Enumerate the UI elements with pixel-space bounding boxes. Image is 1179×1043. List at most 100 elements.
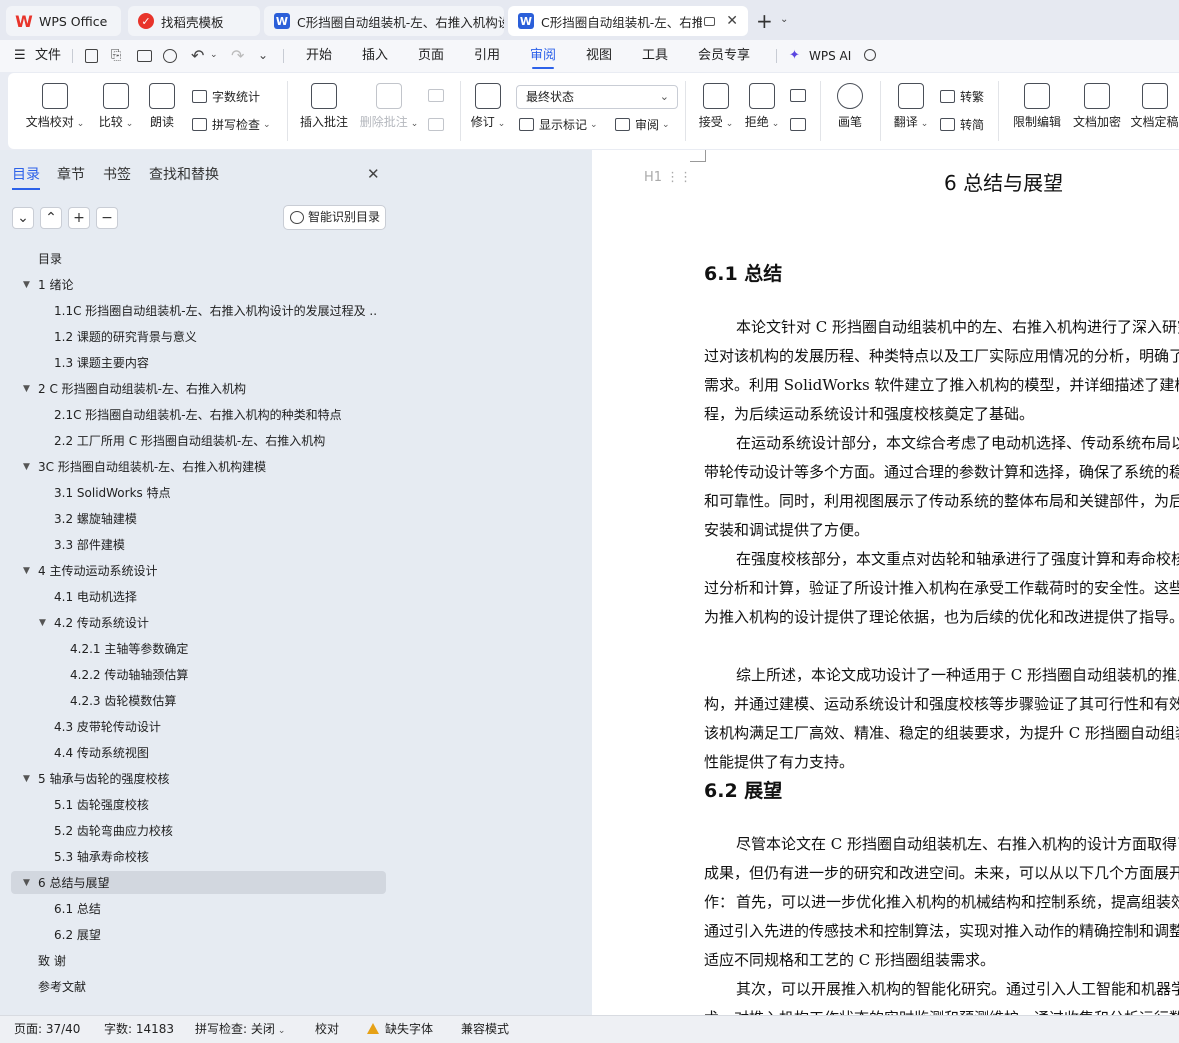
tab-chapters[interactable]: 章节 [57,164,85,184]
insert-comment-button[interactable]: 插入批注 [298,73,350,149]
menu-references[interactable]: 引用 [474,40,500,72]
expand-down-button[interactable]: ⌄ [12,207,34,229]
to-simplified-button[interactable]: 转简 [940,116,984,133]
toc-item[interactable]: 目录 [0,246,384,272]
reject-button[interactable]: 拒绝 ⌄ [742,73,782,149]
finalize-button[interactable]: 文档定稿 [1130,73,1179,149]
pen-button[interactable]: 画笔 [832,73,868,149]
toc-item[interactable]: 4.2.2 传动轴轴颈估算 [0,662,384,688]
expand-toggle-icon[interactable]: ▼ [39,610,46,636]
toc-item[interactable]: 1.2 课题的研究背景与意义 [0,324,384,350]
tab-bookmarks[interactable]: 书签 [103,164,131,184]
toc-item-selected[interactable]: ▼ 6 总结与展望 [0,870,384,896]
translate-button[interactable]: 翻译 ⌄ [891,73,931,149]
close-pane-icon[interactable]: ✕ [367,165,380,183]
toc-item[interactable]: 4.3 皮带轮传动设计 [0,714,384,740]
read-aloud-button[interactable]: 朗读 [146,73,178,149]
tab-wps-office[interactable]: W WPS Office [6,6,121,36]
word-count-indicator[interactable]: 字数: 14183 [104,1016,174,1043]
restrict-edit-button[interactable]: 限制编辑 [1010,73,1064,149]
close-icon[interactable]: ✕ [726,13,738,29]
share-icon[interactable]: ⎘ [111,48,121,63]
toc-item[interactable]: 2.1C 形挡圈自动组装机-左、右推入机构的种类和特点 [0,402,384,428]
add-level-button[interactable]: + [68,207,90,229]
missing-font-status[interactable]: 缺失字体 [367,1016,433,1043]
save-icon[interactable] [85,49,98,63]
document-page[interactable]: H1 ⋮⋮ 6 总结与展望 6.1 总结 本论文针对 C 形挡圈自动组装机中的左… [592,150,1179,1015]
spell-check-status[interactable]: 拼写检查: 关闭 ⌄ [195,1016,285,1043]
menu-insert[interactable]: 插入 [362,40,388,72]
expand-toggle-icon[interactable]: ▼ [23,558,30,584]
toc-item[interactable]: 1.3 课题主要内容 [0,350,384,376]
menu-wps-ai[interactable]: WPS AI [809,40,851,72]
toc-item[interactable]: 5.1 齿轮强度校核 [0,792,384,818]
toc-item[interactable]: 4.4 传动系统视图 [0,740,384,766]
menu-page[interactable]: 页面 [418,40,444,72]
review-pane-button[interactable]: 审阅 ⌄ [615,116,670,133]
menu-tools[interactable]: 工具 [642,40,668,72]
toc-item[interactable]: 3.1 SolidWorks 特点 [0,480,384,506]
chevron-down-icon[interactable]: ⌄ [210,50,218,60]
markup-status-select[interactable]: 最终状态 ⌄ [516,85,678,109]
toc-item[interactable]: ▼ 2 C 形挡圈自动组装机-左、右推入机构 [0,376,384,402]
accept-button[interactable]: 接受 ⌄ [696,73,736,149]
toc-item[interactable]: ▼ 1 绪论 [0,272,384,298]
toc-item[interactable]: ▼ 4.2 传动系统设计 [0,610,384,636]
toc-item[interactable]: 5.2 齿轮弯曲应力校核 [0,818,384,844]
spell-check-button[interactable]: 拼写检查 ⌄ [192,116,271,133]
toc-item[interactable]: 6.2 展望 [0,922,384,948]
show-marks-button[interactable]: 显示标记 ⌄ [519,116,598,133]
word-count-button[interactable]: 字数统计 [192,88,260,105]
menu-view[interactable]: 视图 [586,40,612,72]
prev-change-icon[interactable] [790,89,806,102]
heading-level-marker[interactable]: H1 ⋮⋮ [644,170,692,185]
search-icon[interactable] [864,49,876,61]
toc-item[interactable]: 3.2 螺旋轴建模 [0,506,384,532]
undo-icon[interactable]: ↶ [191,46,204,65]
print-preview-icon[interactable] [163,49,177,63]
toc-item[interactable]: ▼ 5 轴承与齿轮的强度校核 [0,766,384,792]
to-traditional-button[interactable]: 转繁 [940,88,984,105]
tab-document-active[interactable]: W C形挡圈自动组装机-左、右推入 ✕ [508,6,748,36]
print-icon[interactable] [137,50,152,62]
expand-toggle-icon[interactable]: ▼ [23,870,30,896]
toc-item[interactable]: 6.1 总结 [0,896,384,922]
toc-item[interactable]: ▼ 3C 形挡圈自动组装机-左、右推入机构建模 [0,454,384,480]
expand-toggle-icon[interactable]: ▼ [23,272,30,298]
tab-find-replace[interactable]: 查找和替换 [149,164,219,184]
expand-toggle-icon[interactable]: ▼ [23,376,30,402]
toc-item[interactable]: 参考文献 [0,974,384,1000]
collapse-up-button[interactable]: ⌃ [40,207,62,229]
expand-toggle-icon[interactable]: ▼ [23,766,30,792]
doc-check-button[interactable]: 文档校对 ⌄ [24,73,86,149]
next-change-icon[interactable] [790,118,806,131]
revise-button[interactable]: 修订 ⌄ [468,73,508,149]
tab-document-1[interactable]: W C形挡圈自动组装机-左、右推入机构设 [264,6,504,36]
chevron-down-icon[interactable]: ⌄ [780,14,788,25]
toc-item[interactable]: 3.3 部件建模 [0,532,384,558]
menu-home[interactable]: 开始 [306,40,332,72]
toc-item[interactable]: 2.2 工厂所用 C 形挡圈自动组装机-左、右推入机构 [0,428,384,454]
toc-item[interactable]: 4.2.1 主轴等参数确定 [0,636,384,662]
page-indicator[interactable]: 页面: 37/40 [14,1016,80,1043]
menu-member[interactable]: 会员专享 [698,40,750,72]
remove-level-button[interactable]: − [96,207,118,229]
tab-docer-templates[interactable]: ✓ 找稻壳模板 [128,6,260,36]
proof-status[interactable]: 校对 [315,1016,339,1043]
toc-item[interactable]: 5.3 轴承寿命校核 [0,844,384,870]
toc-item[interactable]: 4.2.3 齿轮模数估算 [0,688,384,714]
menu-file[interactable]: 文件 [35,40,61,72]
encrypt-button[interactable]: 文档加密 [1070,73,1124,149]
smart-toc-button[interactable]: 智能识别目录 [283,205,386,230]
toc-item[interactable]: 4.1 电动机选择 [0,584,384,610]
toc-item[interactable]: 致 谢 [0,948,384,974]
tab-toc[interactable]: 目录 [12,164,40,190]
screen-icon[interactable] [703,16,716,26]
new-tab-button[interactable]: + [756,9,773,33]
menu-review[interactable]: 审阅 [530,40,556,72]
toc-item[interactable]: ▼ 4 主传动运动系统设计 [0,558,384,584]
wps-ai-icon[interactable]: ✦ [789,40,800,72]
compare-button[interactable]: 比较 ⌄ [96,73,136,149]
toc-item[interactable]: 1.1C 形挡圈自动组装机-左、右推入机构设计的发展过程及 ... [0,298,384,324]
more-chevron-icon[interactable]: ⌄ [258,48,268,62]
